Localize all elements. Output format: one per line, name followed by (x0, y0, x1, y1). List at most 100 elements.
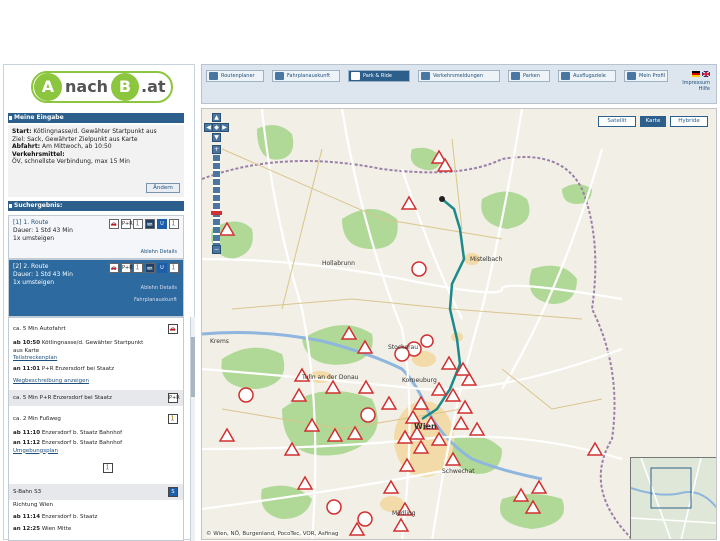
change-button[interactable]: Ändern (146, 183, 180, 193)
car-icon: 🚗 (168, 324, 178, 334)
german-flag-icon[interactable] (692, 71, 700, 77)
zoom-out-icon[interactable]: − (212, 245, 221, 254)
step-text: P+R Enzersdorf bei Staatz (41, 366, 115, 372)
map-copyright: © Wien, NÖ, Burgenland, PocoTec, VOR, As… (206, 531, 339, 537)
fahrplan-link[interactable]: Fahrplanauskunft (134, 296, 177, 304)
zoom-slider[interactable] (213, 155, 220, 245)
step-text: Richtung Wien (13, 502, 53, 508)
start-marker-icon[interactable] (439, 196, 445, 202)
logo-at: .at (141, 77, 166, 96)
tab-mein-profil[interactable]: Mein Profil (624, 70, 668, 82)
toolbar-links: Impressum Hilfe (682, 80, 710, 92)
step-fussweg: ca. 2 Min Fußweg 🚶 (9, 412, 183, 426)
step-sbahn: S-Bahn S3 S (9, 484, 183, 500)
step-sub: aus Karte (13, 347, 40, 354)
zoom-slider-handle[interactable] (211, 211, 222, 215)
walk-icon: 🚶 (133, 263, 143, 273)
step-walk-marker: 🚶 (9, 462, 183, 476)
step-text: Enzersdorf b. Staatz Bahnhof (41, 440, 123, 446)
place-label-krems: Krems (210, 338, 229, 345)
pan-up-icon[interactable]: ▲ (212, 113, 221, 122)
place-label-wien: Wien (414, 422, 437, 431)
walk-icon: 🚶 (168, 414, 178, 424)
place-label-moedling: Mödling (392, 510, 416, 517)
step-time: an 12:25 (13, 526, 41, 532)
park-ride-icon: P+R (168, 393, 180, 403)
map-view[interactable]: Mistelbach Hollabrunn Stockerau Korneubu… (201, 108, 717, 540)
route-item-2[interactable]: [2] 2. Route Dauer: 1 Std 43 Min 1x umst… (8, 259, 184, 317)
sbahn-icon: S (168, 487, 178, 497)
route-changes: 1x umsteigen (13, 235, 55, 242)
scrollbar-thumb[interactable] (191, 337, 195, 397)
train-icon: P+R (121, 219, 133, 229)
step-ab-sbahn: ab 11:14 Enzersdorf b. Staatz (9, 514, 183, 522)
overview-canvas (631, 458, 716, 539)
map-type-hybride[interactable]: Hybride (670, 116, 708, 127)
step-start: ab 10:50 Kötlingnasse/d. Gewähter Startp… (9, 340, 183, 363)
detail-scrollbar[interactable] (190, 317, 195, 541)
step-time: an 11:01 (13, 366, 41, 372)
wegbeschreibung-link[interactable]: Wegbeschreibung anzeigen (13, 378, 89, 384)
step-an-sbahn: an 12:25 Wien Mitte (9, 526, 183, 534)
step-wegbeschreibung: Wegbeschreibung anzeigen (9, 378, 183, 386)
place-label-hollabrunn: Hollabrunn (322, 260, 355, 267)
verkehrsmittel-row: Verkehrsmittel: (12, 151, 180, 159)
walk-icon: 🚶 (103, 463, 113, 473)
map-type-satellit[interactable]: Satellit (598, 116, 636, 127)
app-window: A nach B .at Meine Eingabe Start: Kötlin… (0, 64, 720, 541)
walk-icon: 🚶 (133, 219, 143, 229)
logo-nach: nach (65, 77, 109, 96)
route-details-link[interactable]: Ablehn Details (141, 284, 177, 292)
tab-routenplaner[interactable]: Routenplaner (206, 70, 264, 82)
english-flag-icon[interactable] (702, 71, 710, 77)
step-text: ca. 5 Min P+R Enzersdorf bei Staatz (13, 395, 112, 401)
left-panel: A nach B .at Meine Eingabe Start: Kötlin… (3, 64, 195, 541)
tab-fahrplanauskunft[interactable]: Fahrplanauskunft (272, 70, 340, 82)
zoom-in-icon[interactable]: + (212, 145, 221, 154)
step-text: Enzersdorf b. Staatz Bahnhof (41, 430, 123, 436)
map-type-karte[interactable]: Karte (640, 116, 666, 127)
tab-parken[interactable]: Parken (508, 70, 550, 82)
step-time: an 11:12 (13, 440, 41, 446)
teilstreckenplan-link[interactable]: Teilstreckenplan (13, 355, 179, 363)
road-network (202, 109, 623, 539)
start-value: Kötlingnasse/d. Gewähter Startpunkt aus (33, 128, 157, 135)
bus-icon: 🚌 (145, 219, 155, 229)
tab-park-ride[interactable]: Park & Ride (348, 70, 410, 82)
tab-verkehrsmeldungen[interactable]: Verkehrsmeldungen (418, 70, 500, 82)
mode-icons: 🚗 P+R 🚶 🚌 U 🚶 (109, 219, 179, 229)
person-icon: 🚶 (169, 263, 179, 273)
hilfe-link[interactable]: Hilfe (682, 86, 710, 92)
place-label-tulln: Tulln an der Donau (301, 374, 359, 381)
step-text: ca. 5 Min Autofahrt (13, 326, 66, 332)
route-item-1[interactable]: [1] 1. Route Dauer: 1 Std 43 Min 1x umst… (8, 215, 184, 259)
train-icon: P+R (121, 263, 133, 273)
step-time: ab 11:10 (13, 430, 41, 436)
eingabe-header[interactable]: Meine Eingabe (8, 113, 184, 123)
language-flags (692, 71, 710, 77)
step-text: ca. 2 Min Fußweg (13, 416, 61, 422)
step-arrival-pr: an 11:01 P+R Enzersdorf bei Staatz (9, 366, 183, 374)
logo[interactable]: A nach B .at (31, 71, 173, 103)
ubahn-icon: U (157, 219, 167, 229)
umgebungsplan-link[interactable]: Umgebungsplan (13, 448, 179, 456)
map-zoom-control: ▲ ◀ ◆ ▶ ▼ + − (204, 113, 229, 254)
suchergebnis-header[interactable]: Suchergebnis: (8, 201, 184, 211)
pan-right-icon[interactable]: ▶ (220, 123, 229, 132)
abfahrt-row: Abfahrt: Am Mittwoch, ab 10:50 (12, 143, 180, 151)
top-toolbar: Routenplaner Fahrplanauskunft Park & Rid… (201, 64, 717, 104)
car-icon: 🚗 (109, 219, 119, 229)
car-icon: 🚗 (109, 263, 119, 273)
pan-down-icon[interactable]: ▼ (212, 133, 221, 142)
step-text: Kötlingnasse/d. Gewähter Startpunkt (41, 340, 144, 346)
verkehrsmittel-value: ÖV, schnellste Verbindung, max 15 Min (12, 158, 130, 165)
step-abfahrt-bahnhof: ab 11:10 Enzersdorf b. Staatz Bahnhof (9, 430, 183, 438)
overview-map[interactable] (630, 457, 716, 539)
route-detail-list: ca. 5 Min Autofahrt 🚗 ab 10:50 Kötlingna… (8, 317, 184, 541)
abfahrt-value: Am Mittwoch, ab 10:50 (42, 143, 112, 150)
abfahrt-label: Abfahrt: (12, 143, 41, 150)
route-details-link[interactable]: Ablehn Details (141, 248, 177, 256)
mode-icons: 🚗 P+R 🚶 🚌 U 🚶 (109, 263, 179, 273)
step-richtung: Richtung Wien (9, 502, 183, 510)
tab-ausflugsziele[interactable]: Ausflugsziele (558, 70, 616, 82)
